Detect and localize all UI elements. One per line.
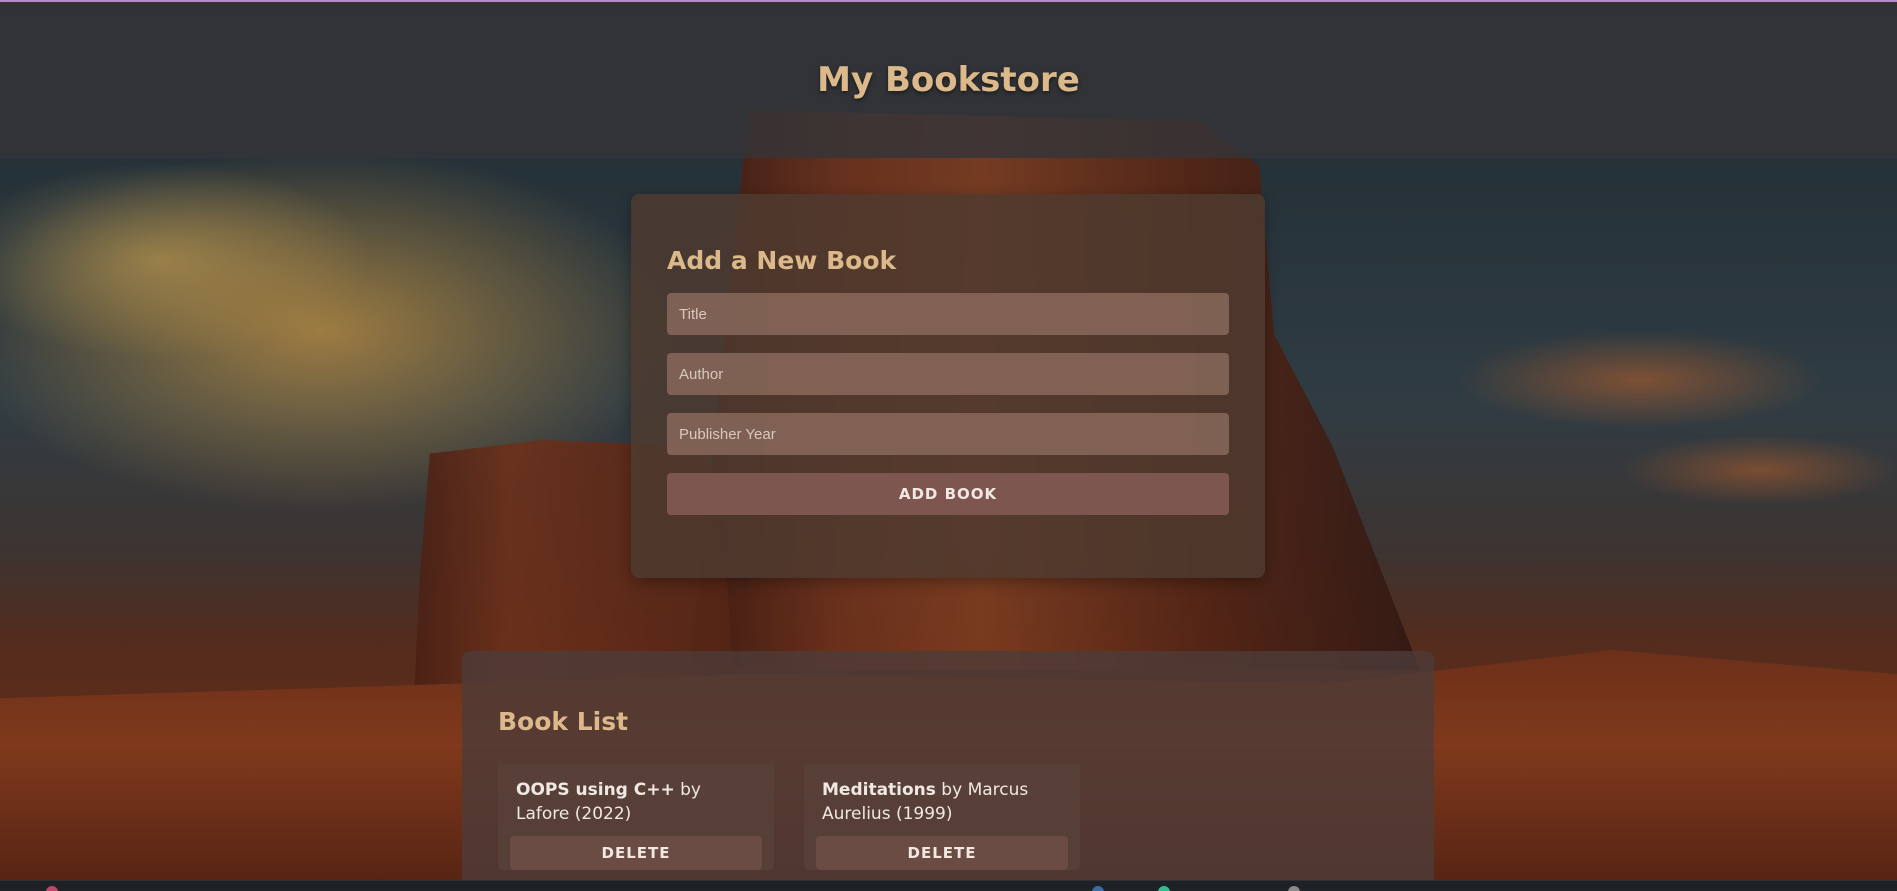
title-input[interactable] <box>667 293 1229 335</box>
book-description: OOPS using C++ by Lafore (2022) <box>516 778 756 826</box>
book-author: Lafore <box>516 804 570 824</box>
book-title: Meditations <box>822 780 936 800</box>
author-input[interactable] <box>667 353 1229 395</box>
book-list: Book List OOPS using C++ by Lafore (2022… <box>462 651 1434 891</box>
book-title: OOPS using C++ <box>516 780 675 800</box>
book-year: (2022) <box>574 804 632 824</box>
book-item: Meditations by Marcus Aurelius (1999) DE… <box>804 764 1080 870</box>
taskbar-app-icon[interactable] <box>1158 886 1170 891</box>
delete-book-button[interactable]: DELETE <box>510 836 762 870</box>
page-header: My Bookstore <box>0 2 1897 158</box>
book-list-heading: Book List <box>498 707 629 736</box>
book-by-label: by <box>935 780 968 800</box>
page-title: My Bookstore <box>817 60 1080 100</box>
publisher-year-input[interactable] <box>667 413 1229 455</box>
delete-book-button[interactable]: DELETE <box>816 836 1068 870</box>
book-by-label: by <box>674 780 701 800</box>
book-description: Meditations by Marcus Aurelius (1999) <box>822 778 1062 826</box>
add-book-button[interactable]: ADD BOOK <box>667 473 1229 515</box>
form-heading: Add a New Book <box>667 246 897 275</box>
book-items: OOPS using C++ by Lafore (2022) DELETE M… <box>498 764 1398 870</box>
add-book-form: Add a New Book ADD BOOK <box>631 194 1265 578</box>
book-year: (1999) <box>895 804 953 824</box>
taskbar-app-icon[interactable] <box>1288 886 1300 891</box>
book-item: OOPS using C++ by Lafore (2022) DELETE <box>498 764 774 870</box>
taskbar-app-icon[interactable] <box>1092 886 1104 891</box>
os-taskbar <box>0 880 1897 891</box>
taskbar-app-icon[interactable] <box>46 886 58 891</box>
